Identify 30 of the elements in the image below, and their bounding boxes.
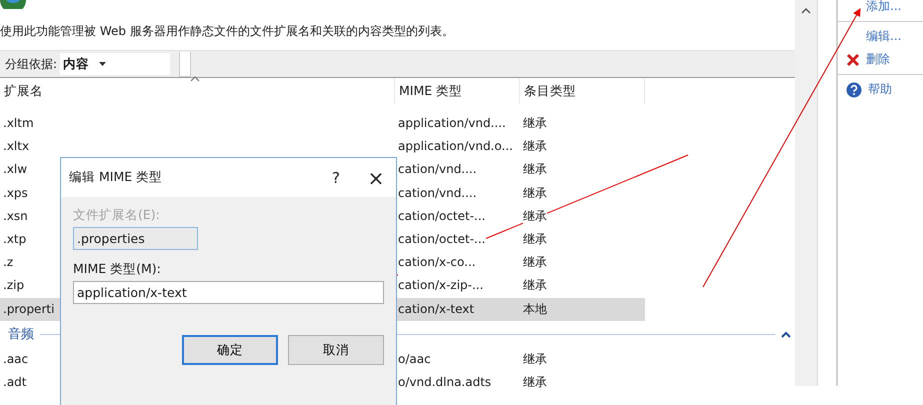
field-label: 文件扩展名(E): <box>73 207 161 224</box>
scrollbar[interactable] <box>795 0 817 386</box>
help-button[interactable]: ? <box>316 162 356 192</box>
mime-cell: cation/x-co... <box>398 251 476 274</box>
description-text: 使用此功能管理被 Web 服务器用作静态文件的文件扩展名和关联的内容类型的列表。 <box>0 23 455 40</box>
group-by-dropdown[interactable]: 内容 <box>60 53 112 75</box>
splitter-bar[interactable] <box>817 0 838 386</box>
close-button[interactable]: × <box>356 162 396 192</box>
delete-icon <box>846 52 860 66</box>
column-header[interactable]: MIME 类型 <box>395 78 520 104</box>
action-link[interactable]: 添加... <box>866 0 902 15</box>
sort-icon <box>190 76 200 82</box>
column-header[interactable]: 扩展名 <box>0 78 395 104</box>
input-field[interactable]: application/x-text <box>73 281 384 304</box>
dialog-title: 编辑 MIME 类型 <box>69 169 164 186</box>
globe-icon <box>0 0 26 9</box>
column-header[interactable]: 条目类型 <box>520 78 645 104</box>
action-link[interactable]: 删除 <box>866 51 890 68</box>
group-header[interactable]: 音频 <box>8 325 34 344</box>
scroll-up-icon[interactable] <box>801 8 811 14</box>
spin-control[interactable] <box>179 52 192 76</box>
action-link[interactable]: 帮助 <box>868 81 892 98</box>
caret-icon[interactable] <box>99 62 106 66</box>
cancel-button[interactable]: 取消 <box>288 335 384 365</box>
field-label: MIME 类型(M): <box>73 261 162 278</box>
help-icon <box>846 82 862 98</box>
ok-button[interactable]: 确定 <box>182 335 278 365</box>
action-link[interactable]: 编辑... <box>866 28 902 45</box>
group-by-label: 分组依据: <box>5 56 58 72</box>
collapse-icon[interactable] <box>781 330 791 338</box>
